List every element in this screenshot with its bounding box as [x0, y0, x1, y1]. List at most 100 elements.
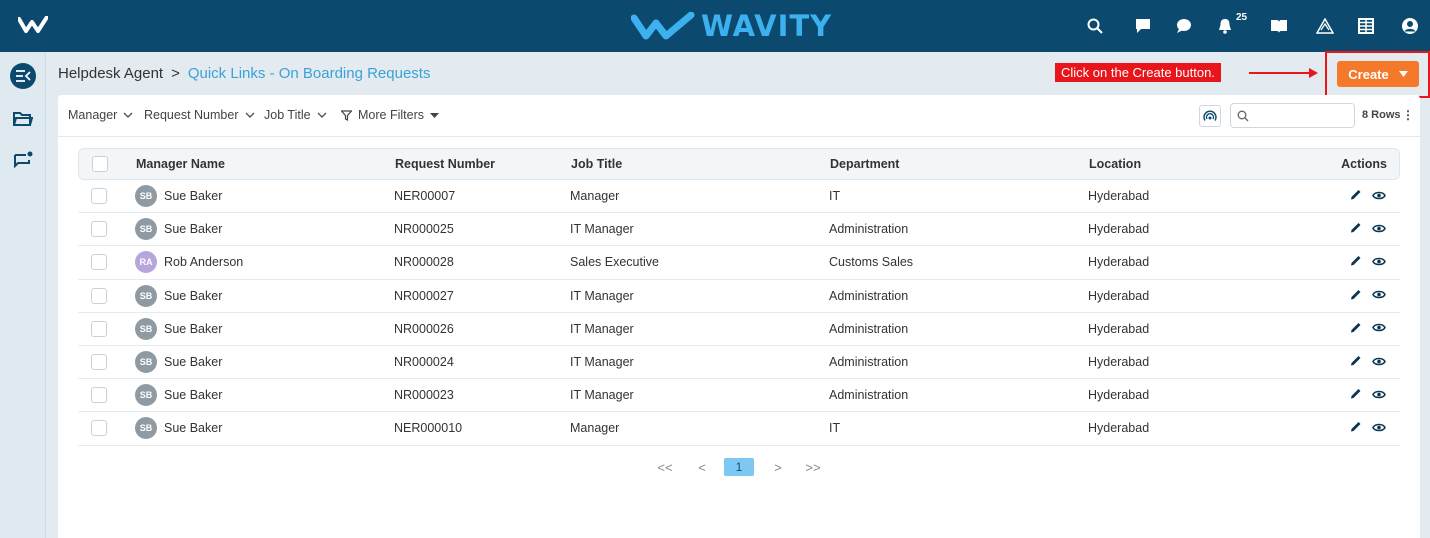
- row-checkbox[interactable]: [91, 287, 107, 304]
- view-icon[interactable]: [1372, 255, 1386, 269]
- column-header[interactable]: Job Title: [571, 157, 622, 171]
- filter-bar: Manager Request Number Job Title More Fi…: [58, 95, 1420, 137]
- create-button[interactable]: Create: [1337, 61, 1419, 87]
- view-icon[interactable]: [1372, 222, 1386, 236]
- search-field[interactable]: [1230, 103, 1355, 128]
- last-page-button[interactable]: >>: [802, 460, 824, 475]
- column-header[interactable]: Location: [1089, 157, 1141, 171]
- message-add-icon[interactable]: [8, 146, 38, 176]
- row-actions: [1350, 355, 1386, 370]
- edit-icon[interactable]: [1350, 388, 1362, 403]
- view-icon[interactable]: [1372, 355, 1386, 369]
- row-actions: [1350, 189, 1386, 204]
- view-icon[interactable]: [1372, 322, 1386, 336]
- filter-job-title[interactable]: Job Title: [264, 108, 327, 122]
- bell-icon[interactable]: [1213, 14, 1237, 38]
- department: IT: [829, 189, 841, 204]
- collapse-menu-icon[interactable]: [8, 61, 38, 91]
- view-icon[interactable]: [1372, 421, 1386, 435]
- first-page-button[interactable]: <<: [654, 460, 676, 475]
- manager-cell: SB Sue Baker: [135, 218, 222, 241]
- grid-icon[interactable]: [1354, 14, 1378, 38]
- row-actions: [1350, 321, 1386, 336]
- requests-card: Manager Request Number Job Title More Fi…: [58, 95, 1420, 538]
- chevron-down-icon: [245, 112, 254, 118]
- filter-label: More Filters: [358, 108, 424, 122]
- chat-square-icon[interactable]: [1131, 14, 1155, 38]
- column-header[interactable]: Department: [830, 157, 899, 171]
- view-icon[interactable]: [1372, 289, 1386, 303]
- page-1-button[interactable]: 1: [724, 458, 754, 476]
- folder-icon[interactable]: [8, 104, 38, 134]
- location: Hyderabad: [1088, 189, 1150, 204]
- book-icon[interactable]: [1267, 14, 1291, 38]
- alert-triangle-icon[interactable]: [1313, 14, 1337, 38]
- job-title: IT Manager: [570, 222, 634, 237]
- next-page-button[interactable]: >: [768, 460, 788, 475]
- edit-icon[interactable]: [1350, 321, 1362, 336]
- view-icon[interactable]: [1372, 189, 1386, 203]
- manager-name: Sue Baker: [164, 321, 223, 336]
- avatar: SB: [135, 317, 157, 340]
- manager-cell: SB Sue Baker: [135, 351, 223, 374]
- edit-icon[interactable]: [1350, 355, 1362, 370]
- table-row[interactable]: SB Sue Baker NR000024 IT Manager Adminis…: [78, 346, 1400, 380]
- search-icon: [1237, 109, 1249, 127]
- row-checkbox[interactable]: [91, 354, 107, 371]
- manager-name: Sue Baker: [164, 355, 223, 370]
- department: Administration: [829, 288, 909, 303]
- table-row[interactable]: SB Sue Baker NR000027 IT Manager Adminis…: [78, 280, 1400, 313]
- row-checkbox[interactable]: [91, 188, 107, 205]
- manager-cell: SB Sue Baker: [135, 384, 223, 407]
- chat-bubble-icon[interactable]: [1172, 14, 1196, 38]
- location: Hyderabad: [1088, 255, 1150, 270]
- view-icon[interactable]: [1372, 388, 1386, 402]
- row-checkbox[interactable]: [91, 420, 107, 437]
- manager-name: Rob Anderson: [164, 255, 244, 270]
- row-checkbox[interactable]: [91, 221, 107, 238]
- edit-icon[interactable]: [1350, 222, 1362, 237]
- user-icon[interactable]: [1398, 14, 1422, 38]
- edit-icon[interactable]: [1350, 189, 1362, 204]
- prev-page-button[interactable]: <: [692, 460, 712, 475]
- avatar: SB: [135, 218, 157, 241]
- filter-more-filters[interactable]: More Filters: [341, 108, 439, 122]
- location: Hyderabad: [1088, 288, 1150, 303]
- search-input[interactable]: [1253, 104, 1353, 126]
- manager-name: Sue Baker: [164, 421, 223, 436]
- table-row[interactable]: RA Rob Anderson NR000028 Sales Executive…: [78, 246, 1400, 280]
- edit-icon[interactable]: [1350, 255, 1362, 270]
- filter-manager[interactable]: Manager: [68, 108, 133, 122]
- search-icon[interactable]: [1083, 14, 1107, 38]
- row-checkbox[interactable]: [91, 254, 107, 271]
- column-header[interactable]: Manager Name: [136, 157, 225, 171]
- request-number: NR000028: [394, 255, 454, 270]
- row-actions: [1350, 255, 1386, 270]
- select-all-checkbox[interactable]: [92, 156, 108, 172]
- request-number: NER000010: [394, 421, 463, 436]
- department: Administration: [829, 388, 909, 403]
- manager-name: Sue Baker: [164, 388, 223, 403]
- edit-icon[interactable]: [1350, 421, 1362, 436]
- table-row[interactable]: SB Sue Baker NR000023 IT Manager Adminis…: [78, 379, 1400, 413]
- more-options-icon[interactable]: ⋮: [1402, 108, 1414, 122]
- column-header[interactable]: Request Number: [395, 157, 495, 171]
- table-row[interactable]: SB Sue Baker NER00007 Manager IT Hyderab…: [78, 180, 1400, 214]
- broadcast-icon[interactable]: [1199, 105, 1221, 127]
- edit-icon[interactable]: [1350, 288, 1362, 303]
- manager-name: Sue Baker: [164, 288, 223, 303]
- row-actions: [1350, 421, 1386, 436]
- filter-label: Manager: [68, 108, 118, 122]
- filter-request-number[interactable]: Request Number: [144, 108, 255, 122]
- breadcrumb-separator: >: [171, 65, 180, 82]
- request-number: NR000024: [394, 355, 454, 370]
- menu-logo-icon[interactable]: [17, 15, 49, 39]
- row-checkbox[interactable]: [91, 387, 107, 404]
- caret-down-icon: [1398, 71, 1408, 77]
- row-checkbox[interactable]: [91, 320, 107, 337]
- table-row[interactable]: SB Sue Baker NR000025 IT Manager Adminis…: [78, 213, 1400, 247]
- table-row[interactable]: SB Sue Baker NR000026 IT Manager Adminis…: [78, 313, 1400, 346]
- table-row[interactable]: SB Sue Baker NER000010 Manager IT Hydera…: [78, 412, 1400, 446]
- breadcrumb-root[interactable]: Helpdesk Agent: [58, 65, 163, 82]
- breadcrumb-current[interactable]: Quick Links - On Boarding Requests: [188, 65, 431, 82]
